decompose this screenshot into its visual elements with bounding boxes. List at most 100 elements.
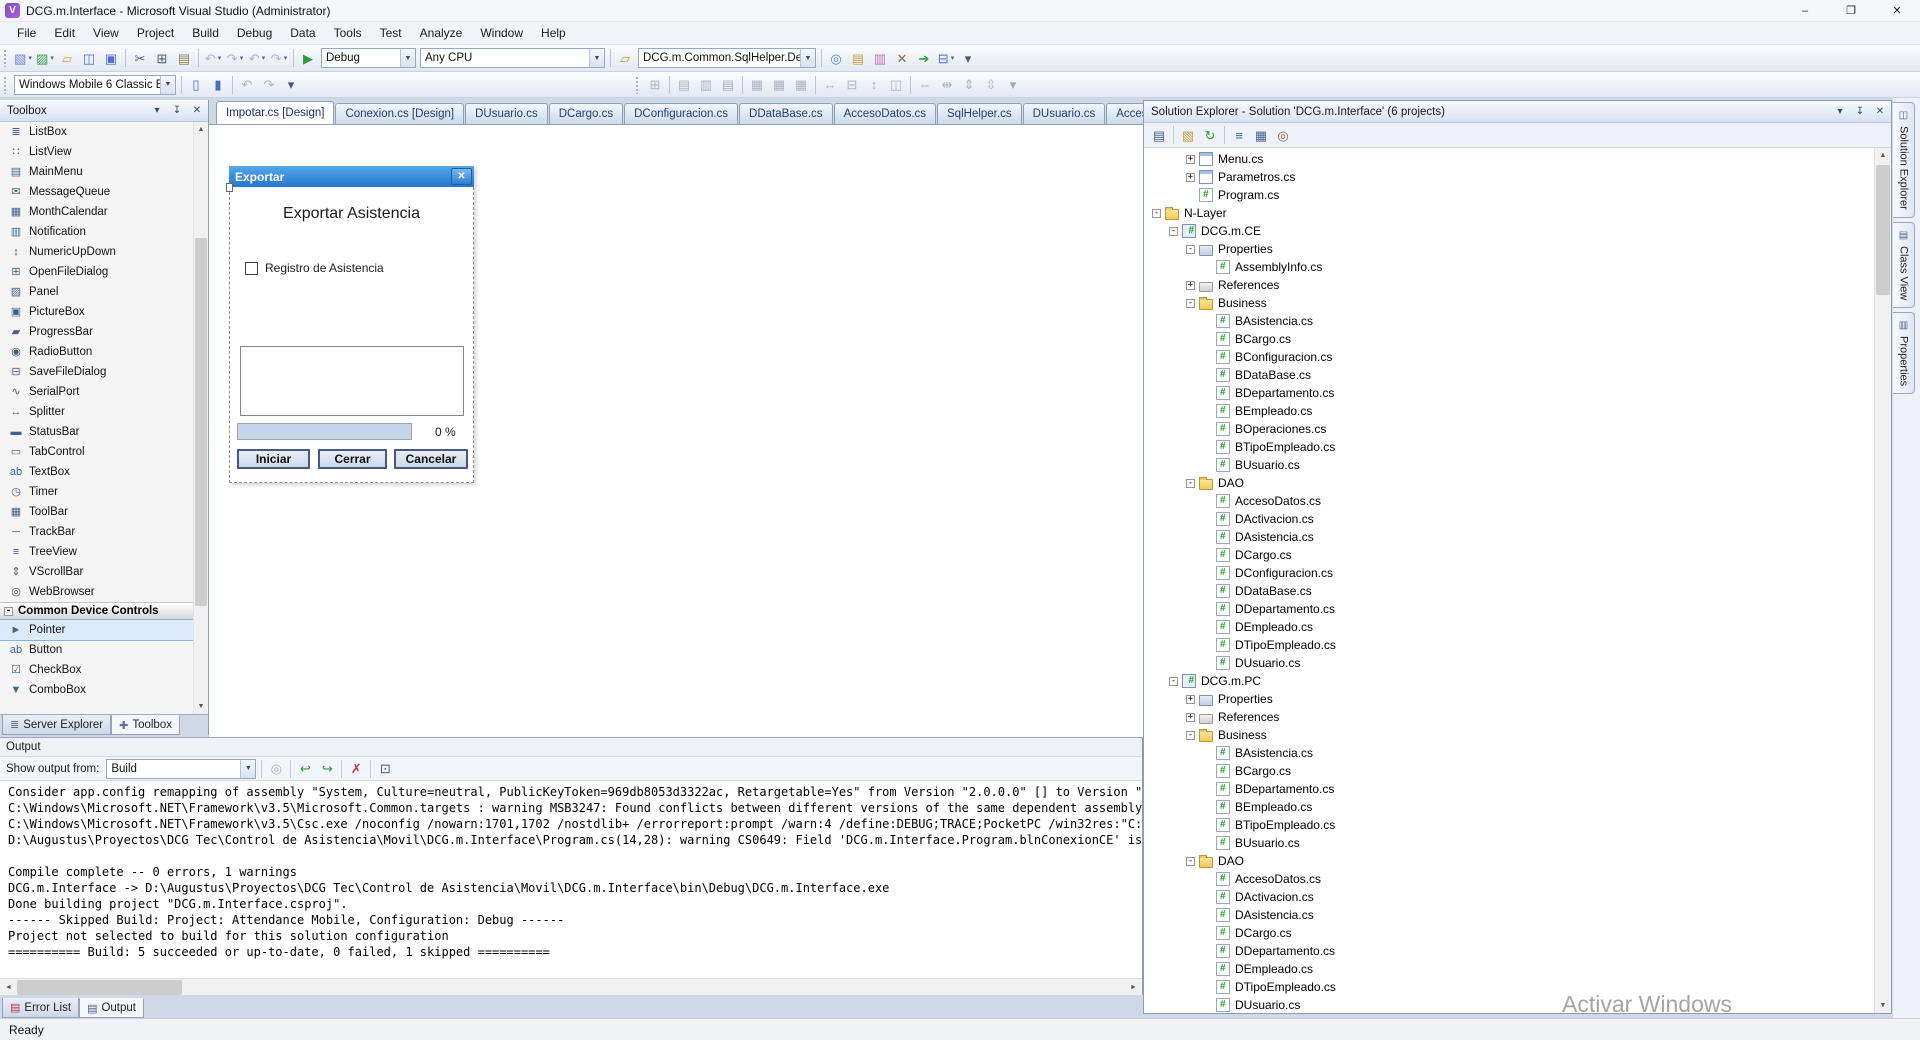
toolbox-item-listbox[interactable]: ≣ListBox (0, 122, 208, 142)
scrollbar-thumb[interactable] (195, 238, 207, 606)
toolbox-item-trackbar[interactable]: ─TrackBar (0, 522, 208, 542)
tree-item-dcg-m-pc[interactable]: -DCG.m.PC (1144, 672, 1891, 690)
document-tab-impotar-cs-design[interactable]: Impotar.cs [Design] (216, 101, 334, 124)
output-source-combo[interactable]: Build ▼ (106, 759, 256, 779)
open-file-icon[interactable]: ▱ (56, 47, 78, 69)
tree-item-btipoempleado-cs[interactable]: BTipoEmpleado.cs (1144, 438, 1891, 456)
tree-item-bcargo-cs[interactable]: BCargo.cs (1144, 330, 1891, 348)
tree-item-ddepartamento-cs[interactable]: DDepartamento.cs (1144, 942, 1891, 960)
align-tops-icon[interactable]: ▦ (746, 74, 768, 96)
expand-expander[interactable]: + (1186, 713, 1195, 722)
cerrar-button[interactable]: Cerrar (318, 449, 387, 469)
toolbox-item-pointer[interactable]: ►Pointer (0, 620, 208, 640)
tree-item-menu-cs[interactable]: +Menu.cs (1144, 150, 1891, 168)
tree-item-dtipoempleado-cs[interactable]: DTipoEmpleado.cs (1144, 978, 1891, 996)
menu-test[interactable]: Test (371, 23, 411, 43)
view-designer-icon[interactable]: ▦ (1250, 124, 1272, 146)
rotate-left-icon[interactable]: ↶ (236, 74, 258, 96)
connect-to-device-icon[interactable]: ▯ (185, 74, 207, 96)
properties-icon[interactable]: ▤ (1148, 124, 1170, 146)
toolbox-options-icon[interactable]: ✕ (891, 47, 913, 69)
tree-item-boperaciones-cs[interactable]: BOperaciones.cs (1144, 420, 1891, 438)
properties-window-icon[interactable]: ▤ (847, 47, 869, 69)
tree-item-bempleado-cs[interactable]: BEmpleado.cs (1144, 402, 1891, 420)
menu-data[interactable]: Data (281, 23, 324, 43)
scroll-down-icon[interactable]: ▼ (194, 699, 208, 714)
view-class-diagram-icon[interactable]: ◎ (1272, 124, 1294, 146)
expand-expander[interactable]: + (1186, 281, 1195, 290)
tree-item-dao[interactable]: -DAO (1144, 474, 1891, 492)
collapse-expander[interactable]: - (1169, 227, 1178, 236)
tree-item-properties[interactable]: +Properties (1144, 690, 1891, 708)
align-middles-icon[interactable]: ▦ (768, 74, 790, 96)
cut-icon[interactable]: ✂ (129, 47, 151, 69)
tree-item-bempleado-cs[interactable]: BEmpleado.cs (1144, 798, 1891, 816)
tree-item-business[interactable]: -Business (1144, 726, 1891, 744)
tree-item-busuario-cs[interactable]: BUsuario.cs (1144, 456, 1891, 474)
rotate-right-icon[interactable]: ↷ (258, 74, 280, 96)
document-tab-dconfiguracion-cs[interactable]: DConfiguracion.cs (624, 103, 738, 124)
toolbox-item-treeview[interactable]: ≡TreeView (0, 542, 208, 562)
align-to-grid-icon[interactable]: ⊞ (644, 74, 666, 96)
tree-item-bdatabase-cs[interactable]: BDataBase.cs (1144, 366, 1891, 384)
collapse-expander[interactable]: - (1186, 479, 1195, 488)
navigate-backward-icon[interactable]: ↶▾ (246, 47, 268, 69)
window-position-icon[interactable]: ▾ (150, 105, 164, 116)
side-tab-solution-explorer[interactable]: ◫Solution Explorer (1893, 102, 1915, 218)
toolbox-item-progressbar[interactable]: ▰ProgressBar (0, 322, 208, 342)
toolbox-scrollbar[interactable]: ▲ ▼ (193, 122, 208, 714)
output-hscrollbar[interactable]: ◄ ► (0, 978, 1142, 995)
document-tab-dcargo-cs[interactable]: DCargo.cs (549, 103, 623, 124)
tree-item-dasistencia-cs[interactable]: DAsistencia.cs (1144, 906, 1891, 924)
solution-platforms-combo[interactable]: Any CPU▼ (420, 48, 605, 68)
registro-asistencia-checkbox[interactable]: Registro de Asistencia (245, 261, 384, 275)
scroll-up-icon[interactable]: ▲ (1875, 148, 1891, 163)
add-item-icon[interactable]: ▥ (869, 47, 891, 69)
toolbox-item-savefiledialog[interactable]: ⊟SaveFileDialog (0, 362, 208, 382)
close-icon[interactable]: ✕ (451, 168, 472, 185)
toolbar-overflow-icon[interactable]: ▾ (957, 47, 979, 69)
maximize-button[interactable]: ❐ (1828, 0, 1874, 22)
align-bottoms-icon[interactable]: ▦ (790, 74, 812, 96)
export-log-listbox[interactable] (240, 346, 464, 416)
checkbox-box[interactable] (245, 262, 258, 275)
tree-item-accesodatos-cs[interactable]: AccesoDatos.cs (1144, 492, 1891, 510)
increase-horizontal-spacing-icon[interactable]: ⇹ (936, 74, 958, 96)
toolbox-item-listview[interactable]: ∷ListView (0, 142, 208, 162)
menu-view[interactable]: View (84, 23, 128, 43)
toolbox-item-combobox[interactable]: ▼ComboBox (0, 680, 208, 700)
toolbox-item-tabcontrol[interactable]: ▭TabControl (0, 442, 208, 462)
document-tab-dusuario-cs[interactable]: DUsuario.cs (465, 103, 548, 124)
toggle-word-wrap-icon[interactable]: ⊡ (374, 758, 396, 780)
tree-item-ddatabase-cs[interactable]: DDataBase.cs (1144, 582, 1891, 600)
tree-item-dcargo-cs[interactable]: DCargo.cs (1144, 924, 1891, 942)
tree-item-dconfiguracion-cs[interactable]: DConfiguracion.cs (1144, 564, 1891, 582)
tree-item-dempleado-cs[interactable]: DEmpleado.cs (1144, 618, 1891, 636)
window-position-icon[interactable]: ▾ (1833, 106, 1847, 117)
close-button[interactable]: ✕ (1874, 0, 1920, 22)
make-same-width-icon[interactable]: ↔ (819, 74, 841, 96)
new-project-icon[interactable]: ▧▾ (12, 47, 34, 69)
document-tab-dusuario-cs[interactable]: DUsuario.cs (1023, 103, 1106, 124)
tree-item-bconfiguracion-cs[interactable]: BConfiguracion.cs (1144, 348, 1891, 366)
tree-item-parametros-cs[interactable]: +Parametros.cs (1144, 168, 1891, 186)
toolbox-item-timer[interactable]: ◷Timer (0, 482, 208, 502)
extension-manager-icon[interactable]: ➔ (913, 47, 935, 69)
toolbox-item-checkbox[interactable]: ☑CheckBox (0, 660, 208, 680)
clear-all-icon[interactable]: ✗ (345, 758, 367, 780)
side-tab-class-view[interactable]: ▤Class View (1893, 222, 1915, 308)
collapse-expander[interactable]: - (1186, 245, 1195, 254)
dock-tab-error-list[interactable]: ▤Error List (2, 998, 79, 1018)
toolbox-item-panel[interactable]: ▨Panel (0, 282, 208, 302)
menu-tools[interactable]: Tools (325, 23, 371, 43)
tree-item-assemblyinfo-cs[interactable]: AssemblyInfo.cs (1144, 258, 1891, 276)
menu-analyze[interactable]: Analyze (411, 23, 472, 43)
toolbox-item-notification[interactable]: ▥Notification (0, 222, 208, 242)
document-tab-conexion-cs-design[interactable]: Conexion.cs [Design] (335, 103, 464, 124)
scrollbar-thumb[interactable] (17, 980, 182, 995)
menu-file[interactable]: File (8, 23, 45, 43)
dock-tab-toolbox[interactable]: ✚Toolbox (111, 715, 180, 735)
side-tab-properties[interactable]: ▥Properties (1893, 312, 1915, 394)
refresh-icon[interactable]: ↻ (1199, 124, 1221, 146)
toolbox-item-splitter[interactable]: ↔Splitter (0, 402, 208, 422)
